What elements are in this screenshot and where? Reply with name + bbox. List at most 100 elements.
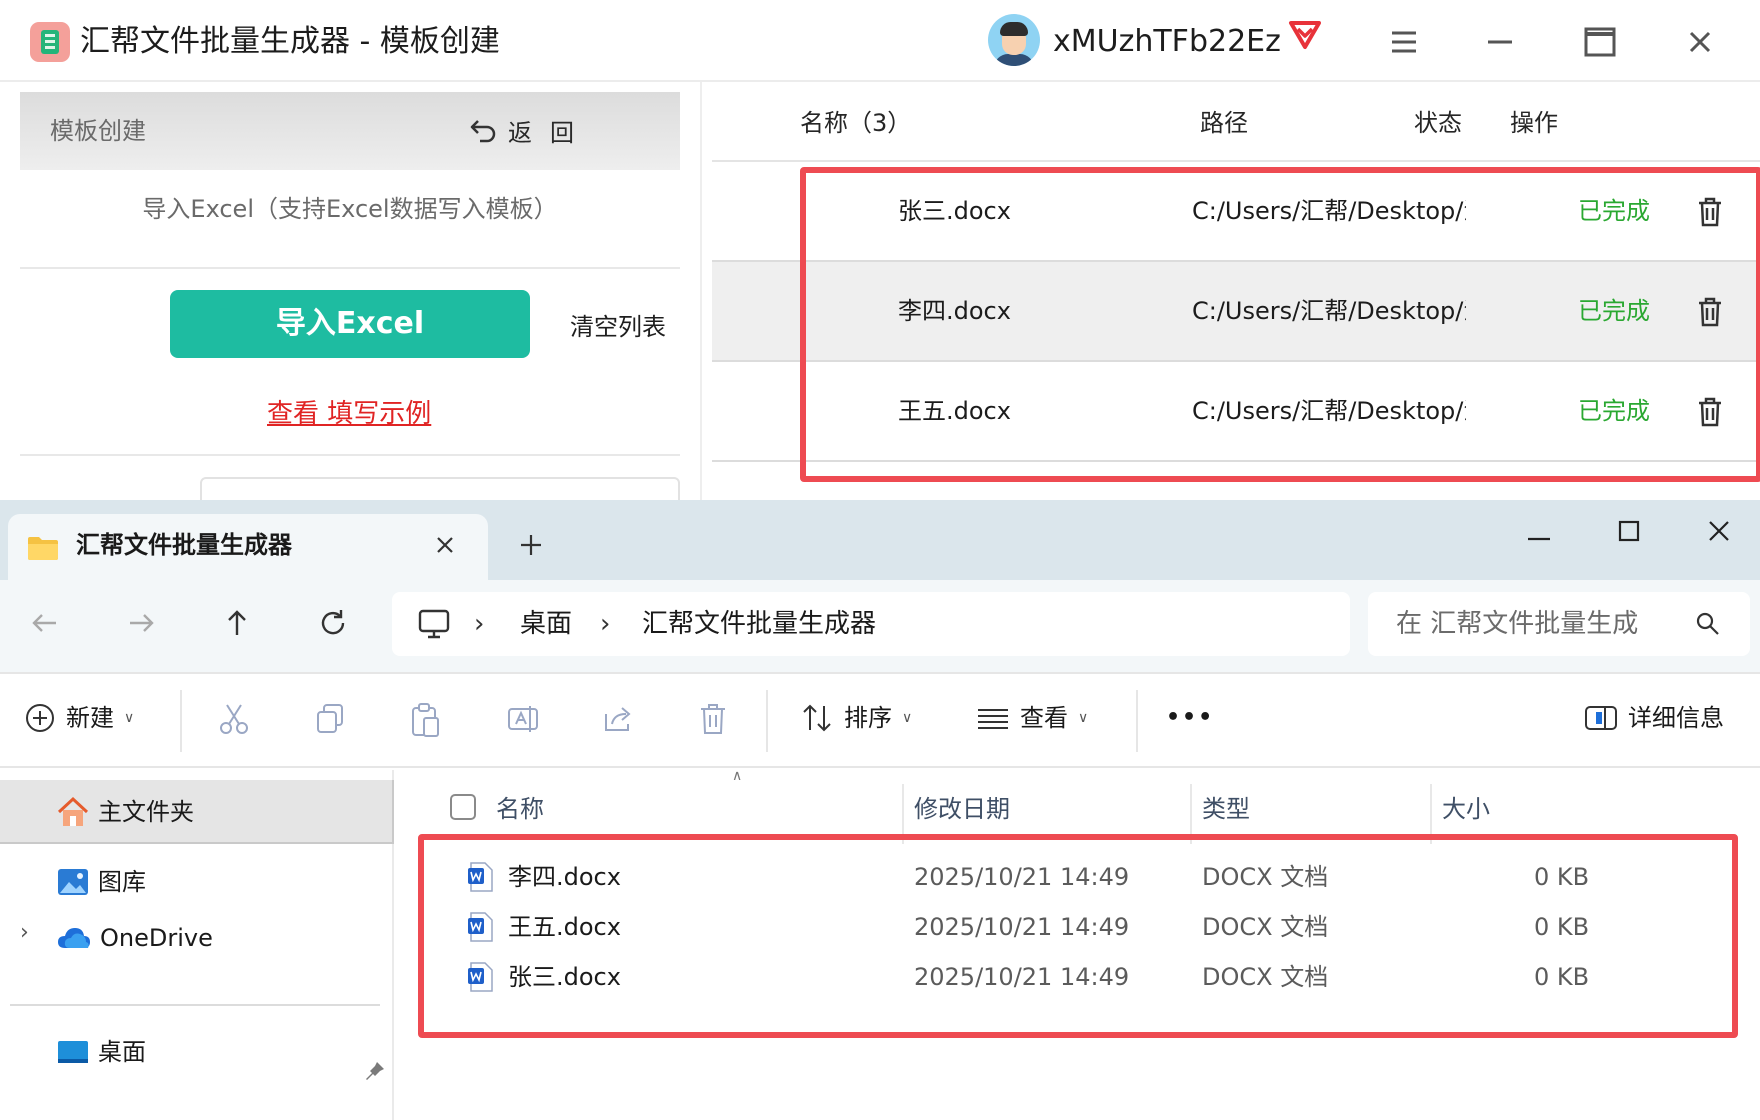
menu-icon[interactable] — [1382, 20, 1426, 64]
chevron-down-icon: ∨ — [902, 710, 913, 726]
divider — [1136, 690, 1138, 752]
column-action[interactable]: 操作 — [1510, 106, 1558, 140]
view-list-icon — [978, 709, 1008, 729]
sidebar-item-label: 桌面 — [98, 1038, 146, 1066]
divider — [180, 690, 182, 752]
app-titlebar: 汇帮文件批量生成器 - 模板创建 xMUzhTFb22Ez — [0, 0, 1760, 82]
delete-icon[interactable] — [698, 702, 728, 736]
username[interactable]: xMUzhTFb22Ez — [1053, 20, 1281, 64]
user-avatar[interactable] — [988, 14, 1040, 66]
column-status[interactable]: 状态 — [1414, 106, 1462, 140]
divider — [20, 267, 680, 269]
breadcrumb[interactable]: › 桌面 › 汇帮文件批量生成器 — [392, 592, 1350, 656]
file-table-header: 名称（3） 路径 状态 操作 — [712, 92, 1760, 162]
sidebar-item-gallery[interactable]: 图库 — [56, 864, 146, 900]
divider — [766, 690, 768, 752]
new-label: 新建 — [66, 704, 114, 732]
back-arrow-icon[interactable] — [28, 606, 62, 640]
import-excel-button[interactable]: 导入Excel — [170, 290, 530, 358]
plus-circle-icon — [26, 704, 54, 732]
gallery-icon — [58, 869, 88, 895]
vip-diamond-icon[interactable] — [1287, 19, 1323, 51]
sidebar-item-home[interactable]: 主文件夹 — [0, 780, 394, 844]
explorer-tab[interactable]: 汇帮文件批量生成器 — [8, 514, 488, 580]
command-bar: 新建 ∨ 排序 ∨ 查看 ∨ ••• 详细信息 — [0, 672, 1760, 768]
tab-label: 汇帮文件批量生成器 — [76, 531, 292, 559]
column-name[interactable]: 名称 — [496, 792, 544, 826]
back-label: 返回 — [508, 118, 592, 147]
sidebar-item-home-row: 主文件夹 — [56, 794, 194, 830]
sidebar-item-desktop[interactable]: 桌面 — [56, 1034, 146, 1070]
cloud-icon — [58, 928, 90, 948]
paste-icon[interactable] — [410, 702, 442, 738]
sort-button[interactable]: 排序 ∨ — [800, 700, 912, 736]
more-options-button[interactable]: ••• — [1166, 700, 1214, 736]
maximize-icon[interactable] — [1578, 20, 1622, 64]
rename-icon[interactable] — [506, 702, 540, 736]
template-panel: 模板创建 返回 导入Excel（支持Excel数据写入模板） 导入Excel 清… — [20, 92, 680, 517]
app-logo-icon — [30, 22, 70, 62]
panel-title: 模板创建 — [50, 117, 146, 145]
import-hint: 导入Excel（支持Excel数据写入模板） — [142, 195, 558, 223]
sidebar-item-label: 主文件夹 — [98, 798, 194, 826]
close-icon[interactable] — [1678, 20, 1722, 64]
breadcrumb-folder[interactable]: 汇帮文件批量生成器 — [642, 606, 876, 642]
copy-icon[interactable] — [314, 702, 346, 736]
pin-icon[interactable] — [364, 1060, 386, 1082]
new-button[interactable]: 新建 ∨ — [24, 700, 134, 736]
back-arrow-icon — [470, 120, 496, 143]
tab-close-icon[interactable] — [432, 532, 458, 558]
highlight-box — [800, 167, 1760, 482]
view-label: 查看 — [1020, 704, 1068, 732]
column-size[interactable]: 大小 — [1442, 792, 1490, 826]
chevron-down-icon: ∨ — [124, 710, 135, 726]
chevron-down-icon: ∨ — [1078, 710, 1089, 726]
file-list-header: 名称 修改日期 类型 大小 — [396, 784, 1760, 844]
new-tab-icon[interactable] — [518, 532, 544, 558]
desktop-icon — [58, 1041, 88, 1063]
cut-icon[interactable] — [218, 702, 250, 736]
chevron-right-icon[interactable]: › — [474, 606, 484, 642]
share-icon[interactable] — [602, 702, 636, 736]
panel-header: 模板创建 返回 — [20, 92, 680, 170]
column-path[interactable]: 路径 — [1200, 106, 1248, 140]
address-bar: › 桌面 › 汇帮文件批量生成器 在 汇帮文件批量生成 — [0, 580, 1760, 672]
search-icon[interactable] — [1694, 610, 1722, 638]
forward-arrow-icon[interactable] — [124, 606, 158, 640]
view-button[interactable]: 查看 ∨ — [976, 700, 1088, 736]
column-date[interactable]: 修改日期 — [914, 792, 1010, 826]
minimize-icon[interactable] — [1478, 20, 1522, 64]
chevron-right-icon[interactable]: › — [600, 606, 610, 642]
details-pane-button[interactable]: 详细信息 — [1584, 700, 1724, 736]
clear-list-button[interactable]: 清空列表 — [570, 310, 666, 344]
home-icon — [57, 796, 89, 826]
divider — [10, 1004, 380, 1006]
minimize-icon[interactable] — [1524, 524, 1554, 554]
column-name[interactable]: 名称（3） — [800, 106, 911, 140]
computer-icon — [418, 609, 450, 639]
back-button[interactable]: 返回 — [468, 110, 592, 150]
column-type[interactable]: 类型 — [1202, 792, 1250, 826]
details-label: 详细信息 — [1628, 704, 1724, 732]
details-pane-icon — [1585, 706, 1617, 730]
sort-icon — [803, 704, 831, 732]
maximize-icon[interactable] — [1614, 516, 1644, 546]
sidebar-item-label: 图库 — [98, 868, 146, 896]
navigation-pane: 主文件夹 图库 › OneDrive 桌面 — [0, 770, 394, 1120]
up-arrow-icon[interactable] — [220, 606, 254, 640]
select-all-checkbox[interactable] — [450, 794, 476, 820]
sort-ascending-icon: ∧ — [732, 768, 743, 784]
search-input[interactable]: 在 汇帮文件批量生成 — [1368, 592, 1750, 656]
example-link[interactable]: 查看 填写示例 — [267, 396, 431, 432]
search-placeholder: 在 汇帮文件批量生成 — [1396, 609, 1639, 639]
breadcrumb-desktop[interactable]: 桌面 — [520, 606, 572, 642]
chevron-right-icon[interactable]: › — [20, 920, 29, 945]
sidebar-item-label: OneDrive — [100, 924, 213, 952]
explorer-tabbar: 汇帮文件批量生成器 — [0, 500, 1760, 580]
refresh-icon[interactable] — [316, 606, 350, 640]
sidebar-item-onedrive[interactable]: OneDrive — [56, 920, 213, 956]
close-icon[interactable] — [1704, 516, 1734, 546]
folder-icon — [28, 537, 58, 560]
app-title: 汇帮文件批量生成器 - 模板创建 — [80, 24, 500, 59]
divider — [20, 454, 680, 456]
